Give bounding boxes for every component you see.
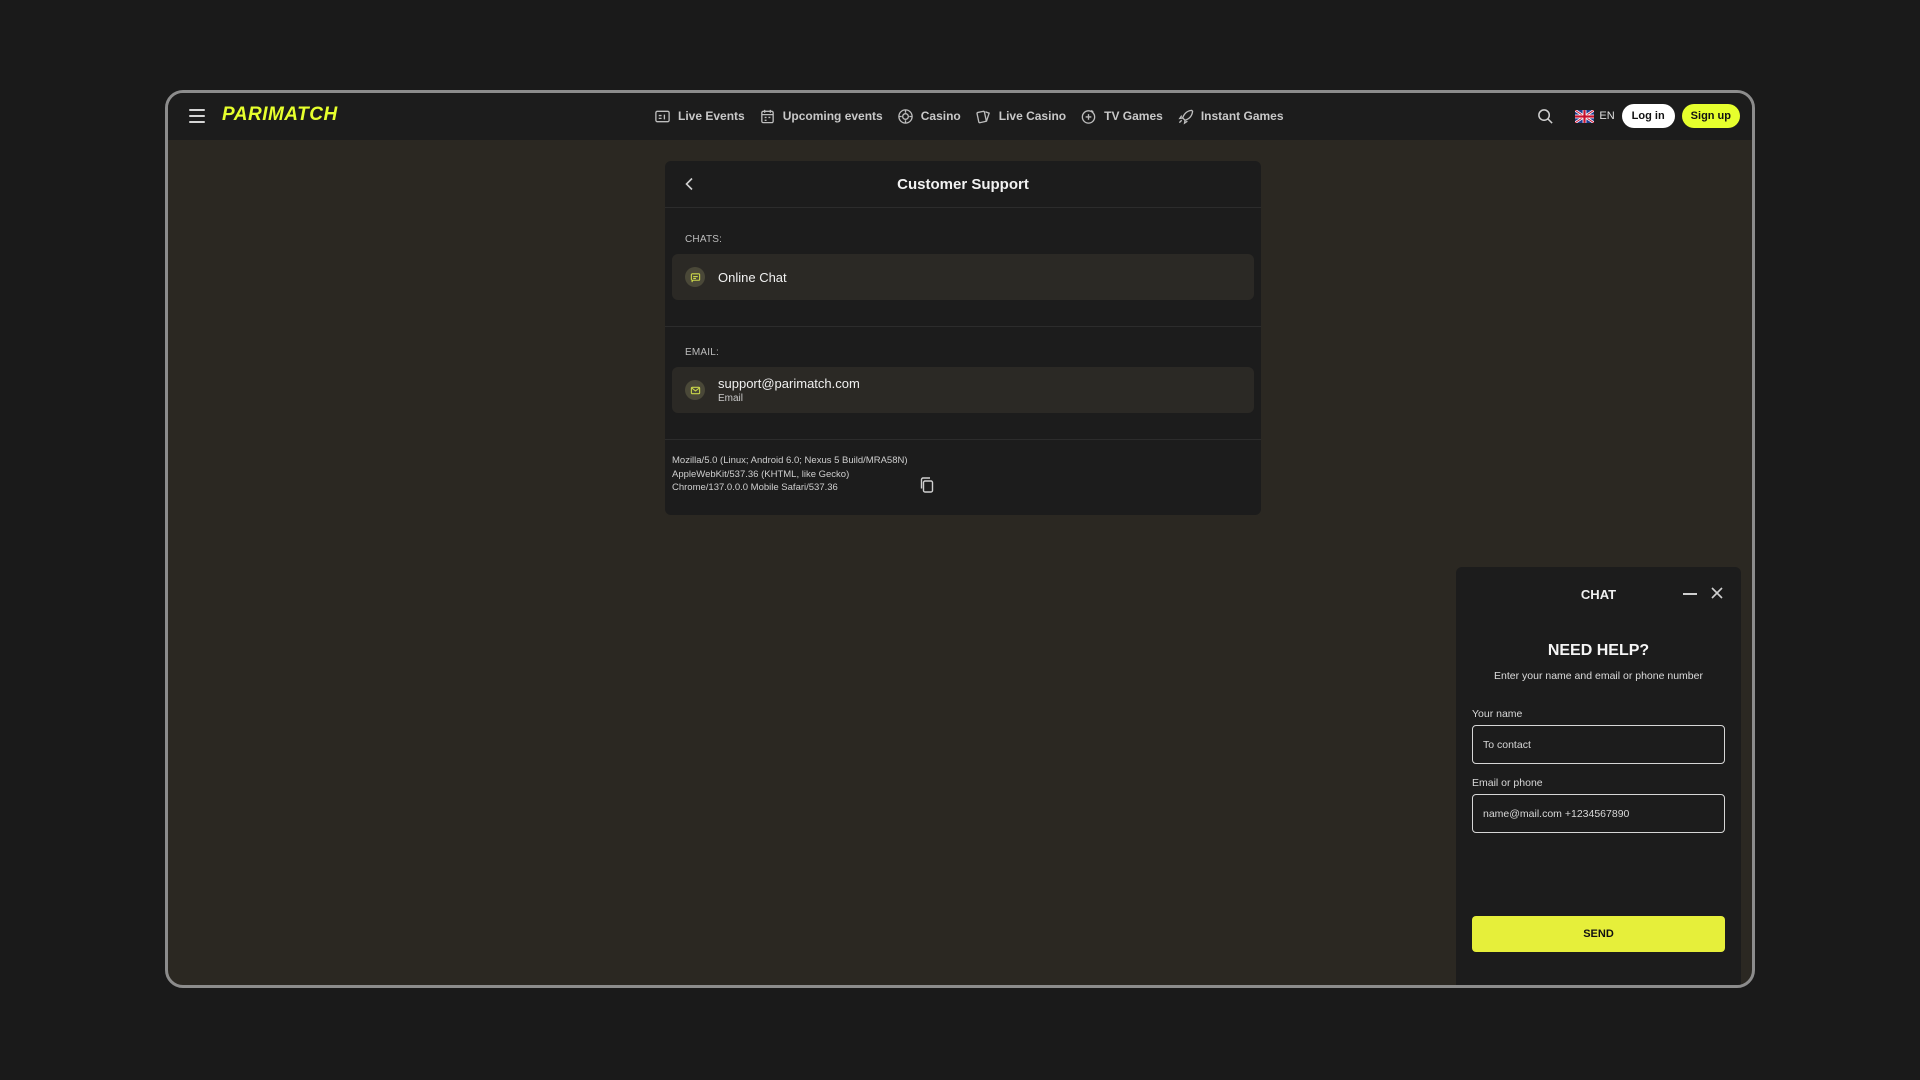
login-button[interactable]: Log in [1621, 104, 1675, 128]
chats-section-label: CHATS: [685, 234, 723, 245]
email-or-phone-input[interactable] [1472, 794, 1725, 833]
nav-live-casino-label: Live Casino [998, 109, 1067, 123]
nav-casino-label: Casino [920, 109, 961, 123]
contact-field-label: Email or phone [1472, 777, 1543, 789]
chat-bubble-icon [685, 267, 705, 287]
nav-tv-games[interactable]: TV Games [1080, 106, 1163, 126]
main-nav: Live Events Upcoming events Casino Live … [654, 106, 1284, 126]
nav-casino[interactable]: Casino [897, 106, 961, 126]
online-chat-label: Online Chat [718, 269, 787, 285]
user-agent-line: Mozilla/5.0 (Linux; Android 6.0; Nexus 5… [672, 455, 908, 466]
chat-widget: CHAT NEED HELP? Enter your name and emai… [1456, 567, 1741, 985]
online-chat-row[interactable]: Online Chat [672, 254, 1254, 300]
support-email-row[interactable]: support@parimatch.com Email [672, 367, 1254, 413]
support-email-address: support@parimatch.com [718, 376, 860, 391]
calendar-icon [760, 109, 774, 123]
copy-icon[interactable] [918, 476, 936, 494]
minimize-icon[interactable] [1683, 593, 1697, 595]
menu-icon[interactable] [189, 109, 205, 123]
nav-upcoming-events[interactable]: Upcoming events [759, 106, 883, 126]
nav-live-events-label: Live Events [678, 109, 745, 123]
language-selector[interactable]: EN [1575, 109, 1615, 123]
mail-icon [685, 380, 705, 400]
header-actions: EN Log in Sign up [1537, 104, 1740, 128]
customer-support-panel: Customer Support CHATS: Online Chat EMAI… [665, 161, 1261, 515]
name-input[interactable] [1472, 725, 1725, 764]
section-divider [665, 326, 1261, 327]
search-icon[interactable] [1537, 108, 1554, 125]
close-icon[interactable] [1709, 585, 1725, 601]
cards-icon [976, 110, 990, 123]
signup-button[interactable]: Sign up [1681, 104, 1740, 128]
user-agent-line: Chrome/137.0.0.0 Mobile Safari/537.36 [672, 482, 838, 493]
section-divider [665, 439, 1261, 440]
need-help-subheading: Enter your name and email or phone numbe… [1494, 670, 1703, 682]
back-arrow-icon[interactable] [681, 175, 699, 193]
nav-tv-games-label: TV Games [1104, 109, 1163, 123]
rocket-icon [1178, 109, 1194, 125]
user-agent-text: Mozilla/5.0 (Linux; Android 6.0; Nexus 5… [672, 454, 922, 495]
nav-instant-games-label: Instant Games [1200, 109, 1284, 123]
app-frame: PARIMATCH Live Events Upcoming events Ca… [165, 90, 1755, 988]
support-email-sublabel: Email [718, 393, 744, 404]
parimatch-logo[interactable]: PARIMATCH [222, 104, 338, 126]
language-label: EN [1599, 110, 1615, 122]
nav-live-casino[interactable]: Live Casino [975, 106, 1066, 126]
nav-live-events[interactable]: Live Events [654, 106, 745, 126]
send-button[interactable]: SEND [1472, 916, 1725, 952]
support-title: Customer Support [897, 175, 1029, 193]
support-header: Customer Support [665, 161, 1261, 208]
top-navigation-bar: PARIMATCH Live Events Upcoming events Ca… [168, 93, 1752, 140]
email-section-label: EMAIL: [685, 347, 719, 358]
user-agent-line: AppleWebKit/537.36 (KHTML, like Gecko) [672, 468, 850, 480]
uk-flag-icon [1575, 109, 1595, 123]
need-help-heading: NEED HELP? [1547, 642, 1650, 659]
live-events-icon [655, 110, 670, 122]
nav-instant-games[interactable]: Instant Games [1177, 106, 1284, 126]
name-field-label: Your name [1472, 708, 1523, 720]
chat-title: CHAT [1580, 587, 1617, 602]
tv-games-icon [1081, 109, 1096, 124]
nav-upcoming-events-label: Upcoming events [782, 109, 883, 123]
casino-chip-icon [897, 108, 913, 124]
